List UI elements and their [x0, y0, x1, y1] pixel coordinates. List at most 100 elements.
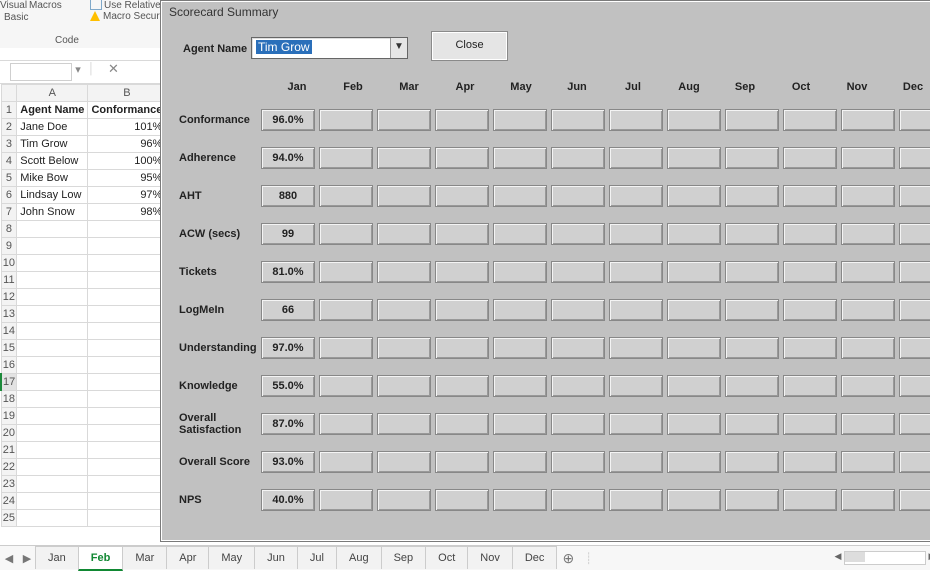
- ribbon-macro-security[interactable]: Macro Security: [90, 11, 170, 22]
- formula-bar-cancel-icon[interactable]: ✕: [108, 61, 119, 77]
- chevron-down-icon[interactable]: ▼: [390, 38, 407, 58]
- row-header[interactable]: 5: [1, 170, 17, 187]
- agent-name-combobox[interactable]: Tim Grow ▼: [251, 37, 408, 59]
- scroll-right-icon[interactable]: ▶: [926, 551, 930, 563]
- header-agent-name[interactable]: Agent Name: [17, 102, 88, 119]
- cell-conf[interactable]: 101%: [88, 119, 166, 136]
- table-row[interactable]: 17: [1, 374, 166, 391]
- table-row[interactable]: 22: [1, 459, 166, 476]
- ribbon-macros-button[interactable]: Macros: [29, 0, 62, 11]
- name-box-dropdown[interactable]: ▾: [72, 63, 84, 81]
- table-row[interactable]: 16: [1, 357, 166, 374]
- table-row[interactable]: 11: [1, 272, 166, 289]
- table-row[interactable]: 7John Snow98%: [1, 204, 166, 221]
- row-header[interactable]: 18: [1, 391, 17, 408]
- table-row[interactable]: 14: [1, 323, 166, 340]
- row-header[interactable]: 6: [1, 187, 17, 204]
- row-header[interactable]: 17: [1, 374, 17, 391]
- sheet-tab-dec[interactable]: Dec: [512, 546, 558, 569]
- row-header[interactable]: 13: [1, 306, 17, 323]
- row-header[interactable]: 23: [1, 476, 17, 493]
- row-header[interactable]: 1: [1, 102, 17, 119]
- active-cell[interactable]: [17, 374, 88, 391]
- horizontal-scrollbar[interactable]: ◀ ▶: [844, 551, 926, 565]
- row-header[interactable]: 20: [1, 425, 17, 442]
- select-all-corner[interactable]: [1, 85, 17, 102]
- row-header[interactable]: 14: [1, 323, 17, 340]
- table-row[interactable]: 4Scott Below100%: [1, 153, 166, 170]
- row-header[interactable]: 8: [1, 221, 17, 238]
- col-header-a[interactable]: A: [17, 85, 88, 102]
- table-row[interactable]: 25: [1, 510, 166, 527]
- sheet-tab-may[interactable]: May: [208, 546, 255, 569]
- sheet-tab-jul[interactable]: Jul: [297, 546, 337, 569]
- table-row[interactable]: 21: [1, 442, 166, 459]
- cell-conf[interactable]: 95%: [88, 170, 166, 187]
- scroll-left-icon[interactable]: ◀: [832, 551, 844, 563]
- scrollbar-thumb[interactable]: [845, 552, 865, 562]
- sheet-tab-mar[interactable]: Mar: [122, 546, 167, 569]
- row-header[interactable]: 4: [1, 153, 17, 170]
- cell-conf[interactable]: 96%: [88, 136, 166, 153]
- sheet-tab-jan[interactable]: Jan: [35, 546, 79, 569]
- close-button[interactable]: Close: [431, 31, 508, 61]
- cell-name[interactable]: Mike Bow: [17, 170, 88, 187]
- table-row[interactable]: 9: [1, 238, 166, 255]
- tab-nav-next[interactable]: ▶: [18, 552, 36, 565]
- sheet-tab-oct[interactable]: Oct: [425, 546, 468, 569]
- sheet-tab-apr[interactable]: Apr: [166, 546, 209, 569]
- row-header[interactable]: 12: [1, 289, 17, 306]
- table-row[interactable]: 8: [1, 221, 166, 238]
- cell-name[interactable]: Tim Grow: [17, 136, 88, 153]
- row-header[interactable]: 10: [1, 255, 17, 272]
- spreadsheet-grid[interactable]: A B 1 Agent Name Conformance 2Jane Doe10…: [0, 84, 160, 527]
- table-row[interactable]: 12: [1, 289, 166, 306]
- table-row[interactable]: 13: [1, 306, 166, 323]
- cell-name[interactable]: Jane Doe: [17, 119, 88, 136]
- table-row[interactable]: 2Jane Doe101%: [1, 119, 166, 136]
- cell-conf[interactable]: 98%: [88, 204, 166, 221]
- cell-conf[interactable]: 97%: [88, 187, 166, 204]
- sheet-tab-aug[interactable]: Aug: [336, 546, 382, 569]
- row-header[interactable]: 22: [1, 459, 17, 476]
- table-row[interactable]: 6Lindsay Low97%: [1, 187, 166, 204]
- row-header[interactable]: 21: [1, 442, 17, 459]
- row-header[interactable]: 7: [1, 204, 17, 221]
- row-header[interactable]: 15: [1, 340, 17, 357]
- sheet-tab-jun[interactable]: Jun: [254, 546, 298, 569]
- empty-cell[interactable]: [17, 238, 88, 255]
- table-row[interactable]: 1 Agent Name Conformance: [1, 102, 166, 119]
- row-header[interactable]: 9: [1, 238, 17, 255]
- row-header[interactable]: 2: [1, 119, 17, 136]
- header-conformance[interactable]: Conformance: [88, 102, 166, 119]
- row-header[interactable]: 24: [1, 493, 17, 510]
- table-row[interactable]: 23: [1, 476, 166, 493]
- table-row[interactable]: 15: [1, 340, 166, 357]
- sheet-tab-nov[interactable]: Nov: [467, 546, 513, 569]
- table-row[interactable]: 3Tim Grow96%: [1, 136, 166, 153]
- sheet-tab-feb[interactable]: Feb: [78, 546, 124, 571]
- empty-cell[interactable]: [88, 221, 166, 238]
- cell-name[interactable]: Scott Below: [17, 153, 88, 170]
- new-sheet-button[interactable]: ⊕: [557, 550, 579, 567]
- table-row[interactable]: 10: [1, 255, 166, 272]
- empty-cell[interactable]: [88, 238, 166, 255]
- row-header[interactable]: 11: [1, 272, 17, 289]
- table-row[interactable]: 5Mike Bow95%: [1, 170, 166, 187]
- table-row[interactable]: 18: [1, 391, 166, 408]
- table-row[interactable]: 20: [1, 425, 166, 442]
- name-box[interactable]: [10, 63, 72, 81]
- table-row[interactable]: 24: [1, 493, 166, 510]
- row-header[interactable]: 16: [1, 357, 17, 374]
- cell-conf[interactable]: 100%: [88, 153, 166, 170]
- empty-cell[interactable]: [17, 221, 88, 238]
- cell-name[interactable]: John Snow: [17, 204, 88, 221]
- row-header[interactable]: 25: [1, 510, 17, 527]
- sheet-tab-sep[interactable]: Sep: [381, 546, 427, 569]
- table-row[interactable]: 19: [1, 408, 166, 425]
- row-header[interactable]: 3: [1, 136, 17, 153]
- ribbon-visual-basic-button[interactable]: Visual: [0, 0, 27, 11]
- col-header-b[interactable]: B: [88, 85, 166, 102]
- row-header[interactable]: 19: [1, 408, 17, 425]
- tab-nav-prev[interactable]: ◀: [0, 552, 18, 565]
